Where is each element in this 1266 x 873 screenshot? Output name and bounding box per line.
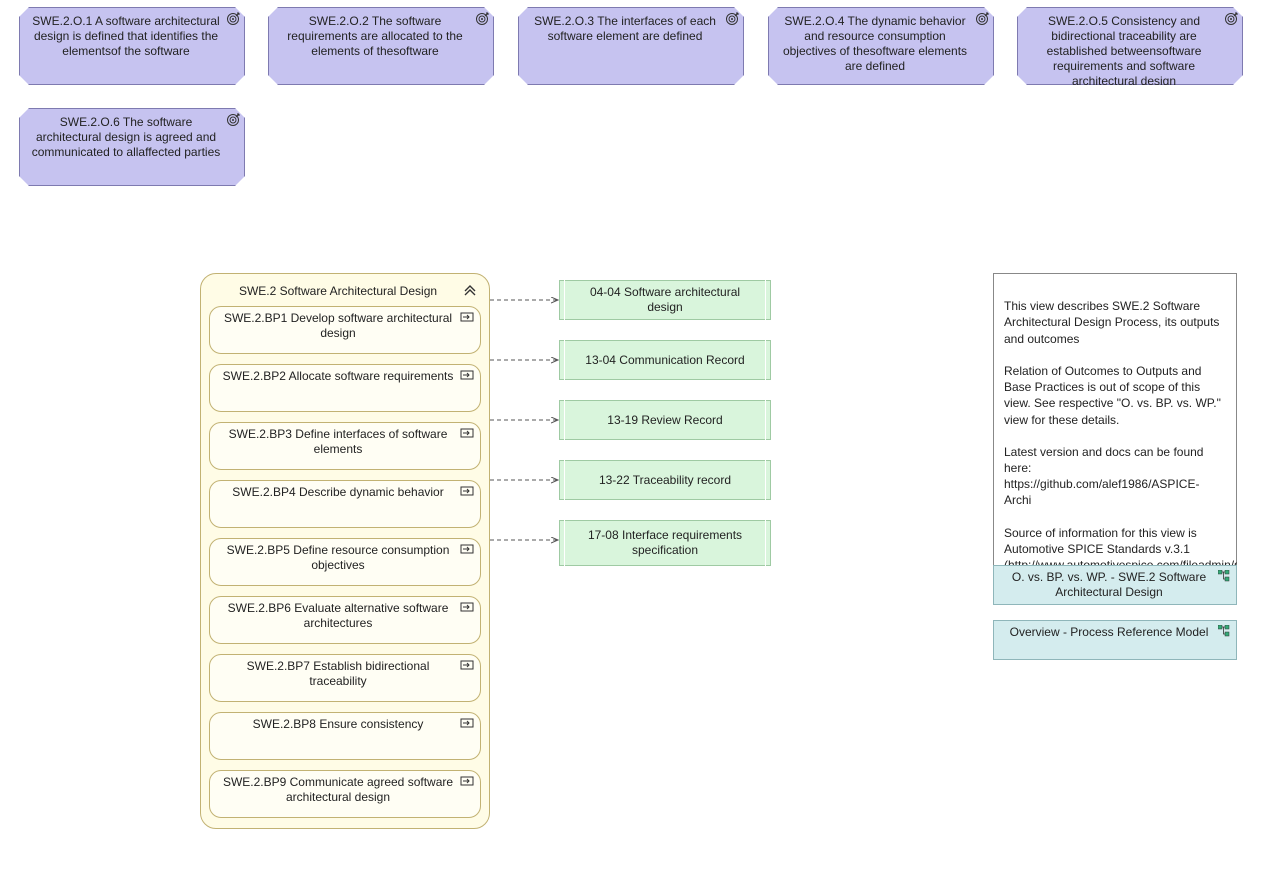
bp-text: SWE.2.BP8 Ensure consistency — [253, 717, 424, 732]
target-icon — [226, 113, 240, 127]
bp-text: SWE.2.BP4 Describe dynamic behavior — [232, 485, 443, 500]
view-description-note: This view describes SWE.2 Software Archi… — [993, 273, 1237, 599]
output-04-04[interactable]: 04-04 Software architectural design — [565, 280, 765, 320]
linkref-overview-prm[interactable]: Overview - Process Reference Model — [993, 620, 1237, 660]
output-text: 17-08 Interface requirements specificati… — [573, 528, 757, 558]
note-text: This view describes SWE.2 Software Archi… — [1004, 299, 1266, 588]
output-text: 04-04 Software architectural design — [573, 285, 757, 315]
bp-swe2bp4[interactable]: SWE.2.BP4 Describe dynamic behavior — [209, 480, 481, 528]
bp-swe2bp9[interactable]: SWE.2.BP9 Communicate agreed software ar… — [209, 770, 481, 818]
bp-swe2bp1[interactable]: SWE.2.BP1 Develop software architectural… — [209, 306, 481, 354]
outcome-text: SWE.2.O.6 The software architectural des… — [30, 115, 222, 160]
process-arrow-icon — [460, 717, 474, 729]
process-arrow-icon — [460, 543, 474, 555]
view-link-icon — [1218, 570, 1232, 582]
process-header: SWE.2 Software Architectural Design — [209, 280, 481, 306]
output-text: 13-22 Traceability record — [599, 473, 731, 488]
process-arrow-icon — [460, 485, 474, 497]
outcome-swe2o2[interactable]: SWE.2.O.2 The software requirements are … — [268, 7, 494, 85]
output-text: 13-19 Review Record — [607, 413, 722, 428]
process-title: SWE.2 Software Architectural Design — [239, 284, 437, 298]
bp-swe2bp2[interactable]: SWE.2.BP2 Allocate software requirements — [209, 364, 481, 412]
view-link-icon — [1218, 625, 1232, 637]
collapse-icon[interactable] — [463, 282, 477, 296]
bp-text: SWE.2.BP2 Allocate software requirements — [223, 369, 454, 384]
outcome-swe2o6[interactable]: SWE.2.O.6 The software architectural des… — [19, 108, 245, 186]
bp-swe2bp7[interactable]: SWE.2.BP7 Establish bidirectional tracea… — [209, 654, 481, 702]
bp-text: SWE.2.BP7 Establish bidirectional tracea… — [220, 659, 456, 689]
linkref-text: Overview - Process Reference Model — [1010, 625, 1209, 640]
outcome-text: SWE.2.O.3 The interfaces of each softwar… — [529, 14, 721, 44]
target-icon — [226, 12, 240, 26]
outcome-text: SWE.2.O.4 The dynamic behavior and resou… — [779, 14, 971, 74]
outcome-swe2o4[interactable]: SWE.2.O.4 The dynamic behavior and resou… — [768, 7, 994, 85]
process-arrow-icon — [460, 775, 474, 787]
bp-text: SWE.2.BP3 Define interfaces of software … — [220, 427, 456, 457]
target-icon — [475, 12, 489, 26]
process-arrow-icon — [460, 601, 474, 613]
bp-text: SWE.2.BP5 Define resource consumption ob… — [220, 543, 456, 573]
outcome-text: SWE.2.O.5 Consistency and bidirectional … — [1028, 14, 1220, 89]
output-13-04[interactable]: 13-04 Communication Record — [565, 340, 765, 380]
bp-swe2bp5[interactable]: SWE.2.BP5 Define resource consumption ob… — [209, 538, 481, 586]
linkref-o-vs-bp-vs-wp[interactable]: O. vs. BP. vs. WP. - SWE.2 Software Arch… — [993, 565, 1237, 605]
outcome-swe2o1[interactable]: SWE.2.O.1 A software architectural desig… — [19, 7, 245, 85]
bp-swe2bp6[interactable]: SWE.2.BP6 Evaluate alternative software … — [209, 596, 481, 644]
process-swe2-container[interactable]: SWE.2 Software Architectural Design SWE.… — [200, 273, 490, 829]
outcome-swe2o5[interactable]: SWE.2.O.5 Consistency and bidirectional … — [1017, 7, 1243, 85]
process-arrow-icon — [460, 427, 474, 439]
outcome-text: SWE.2.O.2 The software requirements are … — [279, 14, 471, 59]
diagram-canvas: SWE.2.O.1 A software architectural desig… — [0, 0, 1266, 873]
bp-text: SWE.2.BP9 Communicate agreed software ar… — [220, 775, 456, 805]
output-text: 13-04 Communication Record — [585, 353, 744, 368]
target-icon — [975, 12, 989, 26]
process-arrow-icon — [460, 311, 474, 323]
linkref-text: O. vs. BP. vs. WP. - SWE.2 Software Arch… — [1004, 570, 1214, 600]
process-arrow-icon — [460, 659, 474, 671]
process-arrow-icon — [460, 369, 474, 381]
target-icon — [725, 12, 739, 26]
outcome-swe2o3[interactable]: SWE.2.O.3 The interfaces of each softwar… — [518, 7, 744, 85]
output-13-19[interactable]: 13-19 Review Record — [565, 400, 765, 440]
output-13-22[interactable]: 13-22 Traceability record — [565, 460, 765, 500]
bp-text: SWE.2.BP1 Develop software architectural… — [220, 311, 456, 341]
bp-text: SWE.2.BP6 Evaluate alternative software … — [220, 601, 456, 631]
bp-swe2bp8[interactable]: SWE.2.BP8 Ensure consistency — [209, 712, 481, 760]
target-icon — [1224, 12, 1238, 26]
output-17-08[interactable]: 17-08 Interface requirements specificati… — [565, 520, 765, 566]
bp-swe2bp3[interactable]: SWE.2.BP3 Define interfaces of software … — [209, 422, 481, 470]
outcome-text: SWE.2.O.1 A software architectural desig… — [30, 14, 222, 59]
